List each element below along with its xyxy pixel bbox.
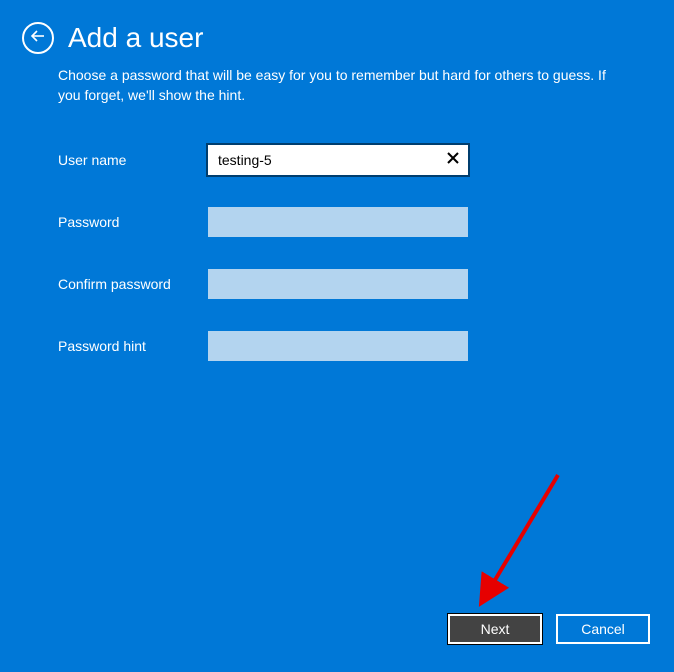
close-icon [446,151,460,170]
username-input[interactable] [208,145,468,175]
password-input[interactable] [208,207,468,237]
confirm-password-label: Confirm password [58,276,208,292]
confirm-password-input[interactable] [208,269,468,299]
page-title: Add a user [68,22,203,54]
username-label: User name [58,152,208,168]
password-hint-label: Password hint [58,338,208,354]
back-button[interactable] [22,22,54,54]
next-button[interactable]: Next [448,614,542,644]
add-user-form: User name Password Confirm password Pass… [0,105,674,361]
password-label: Password [58,214,208,230]
clear-username-button[interactable] [438,145,468,175]
cancel-button[interactable]: Cancel [556,614,650,644]
arrow-left-icon [30,28,46,49]
password-hint-input[interactable] [208,331,468,361]
page-description: Choose a password that will be easy for … [0,54,674,105]
